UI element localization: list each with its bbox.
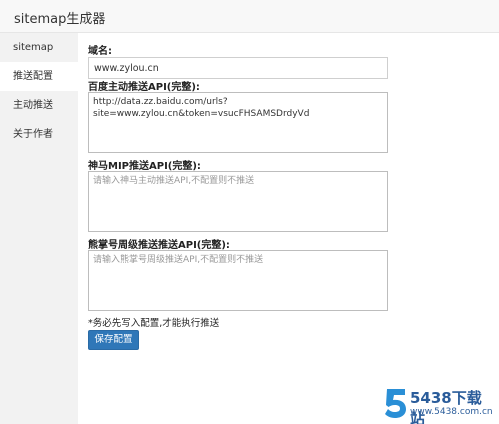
- watermark: 5438下载站 www.5438.com.cn: [384, 387, 496, 424]
- sidebar-item-active-push[interactable]: 主动推送: [0, 91, 78, 120]
- watermark-logo-icon: [385, 389, 406, 418]
- baidu-api-textarea[interactable]: http://data.zz.baidu.com/urls? site=www.…: [88, 92, 388, 153]
- title-bar: sitemap生成器: [0, 0, 499, 33]
- domain-label: 域名:: [88, 46, 112, 57]
- config-note: *务必先写入配置,才能执行推送: [88, 318, 220, 329]
- shenma-api-label: 神马MIP推送API(完整):: [88, 161, 201, 172]
- baidu-api-label: 百度主动推送API(完整):: [88, 82, 200, 93]
- shenma-api-textarea[interactable]: [88, 171, 388, 232]
- sidebar: sitemap 推送配置 主动推送 关于作者: [0, 33, 78, 424]
- sidebar-item-push-config[interactable]: 推送配置: [0, 62, 78, 91]
- sidebar-item-sitemap[interactable]: sitemap: [0, 33, 78, 62]
- watermark-brand: 5438下载站: [410, 389, 482, 424]
- main-panel: 域名: 百度主动推送API(完整): http://data.zz.baidu.…: [78, 33, 499, 424]
- window-title: sitemap生成器: [14, 12, 106, 27]
- save-config-button[interactable]: 保存配置: [88, 330, 139, 350]
- xiongzhang-api-label: 熊掌号周级推送推送API(完整):: [88, 240, 230, 251]
- watermark-url: www.5438.com.cn: [410, 407, 493, 417]
- xiongzhang-api-textarea[interactable]: [88, 250, 388, 311]
- sidebar-item-about-author[interactable]: 关于作者: [0, 120, 78, 149]
- domain-input[interactable]: [88, 57, 388, 79]
